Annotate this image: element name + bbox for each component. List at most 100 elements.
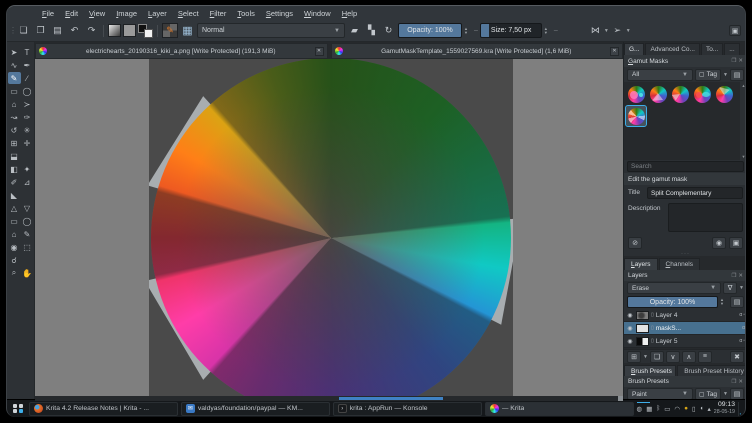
taskbar-task-krita[interactable]: — Krita [484, 401, 634, 416]
display-icon[interactable]: ▭ [664, 405, 670, 413]
preserve-alpha-icon[interactable]: ▚ [364, 23, 379, 38]
tool-polygonal-select[interactable]: ⌂ [8, 228, 21, 240]
move-layer-up-button[interactable]: ∧ [681, 350, 696, 363]
layer-row-layer-5[interactable]: ◉ ▯ Layer 5 α ▫ [624, 335, 745, 348]
tab-tool-options[interactable]: To... [700, 43, 724, 55]
gamut-mask-thumbnail-4[interactable] [692, 84, 712, 104]
mask-filter-dropdown[interactable]: All ▼ [627, 68, 693, 81]
volume-icon[interactable]: ◖ [700, 405, 704, 412]
menu-image[interactable]: Image [111, 9, 142, 18]
tool-bezier-curve[interactable]: ↝ [8, 111, 21, 123]
document-canvas[interactable] [149, 59, 513, 396]
tool-rectangle[interactable]: ▭ [8, 85, 21, 97]
tool-color-sampler[interactable]: ✦ [21, 163, 34, 175]
chevron-down-icon[interactable]: ▼ [723, 391, 728, 397]
tool-gradient[interactable]: ◧ [8, 163, 21, 175]
undo-icon[interactable]: ↶ [67, 23, 82, 38]
menu-window[interactable]: Window [299, 9, 336, 18]
chevron-down-icon[interactable]: ▼ [604, 28, 609, 34]
duplicate-layer-button[interactable]: ❏ [649, 350, 664, 363]
layer-row-layer-4[interactable]: ◉ ▯ Layer 4 α ▫ [624, 309, 745, 322]
layer-blending-dropdown[interactable]: Erase ▼ [627, 282, 722, 294]
menu-filter[interactable]: Filter [205, 9, 232, 18]
tool-fill[interactable]: ◣ [8, 189, 21, 201]
close-docker-icon[interactable]: ✕ [738, 273, 743, 279]
show-desktop-button[interactable]: ▪ [738, 401, 742, 416]
gamut-mask-thumbnail-1[interactable] [626, 84, 646, 104]
brush-editor-button[interactable]: ✎ [162, 23, 178, 38]
grid-icon[interactable]: ▦ [646, 405, 652, 413]
tool-crop[interactable]: ⬓ [8, 150, 21, 162]
gamut-mask-thumbnail-3[interactable] [670, 84, 690, 104]
tool-polyline[interactable]: ≻ [21, 98, 34, 110]
tool-edit-shapes[interactable]: ∿ [8, 59, 21, 71]
workspace-chooser-button[interactable]: ▦ [180, 23, 195, 38]
move-layer-down-button[interactable]: ∨ [665, 350, 680, 363]
tool-line[interactable]: ∕ [21, 72, 34, 84]
tag-button[interactable]: ▢ Tag [694, 68, 722, 81]
menu-file[interactable]: File [37, 9, 59, 18]
tab-layers[interactable]: Layers [624, 258, 658, 270]
tool-freehand-path[interactable]: ✑ [21, 111, 34, 123]
clock[interactable]: 09:13 28-05-19 [714, 401, 735, 415]
mirror-vertical-icon[interactable]: ➢ [610, 23, 625, 38]
visibility-eye-icon[interactable]: ◉ [626, 312, 634, 319]
open-document-icon[interactable]: ❐ [33, 23, 48, 38]
tool-assistants[interactable]: △ [8, 202, 21, 214]
size-slider[interactable]: Size: 7,50 px [479, 23, 542, 38]
tool-text[interactable]: T [21, 46, 34, 58]
mask-title-input[interactable] [647, 187, 743, 199]
tab-channels[interactable]: Channels [658, 258, 701, 270]
taskbar-task-firefox[interactable]: Krita 4.2 Release Notes | Krita - ... [29, 401, 178, 416]
menu-layer[interactable]: Layer [143, 9, 172, 18]
layer-filter-icon[interactable]: ∇ [723, 282, 738, 294]
tab-gamutmask-document[interactable]: GamutMaskTemplate_1559027569.kra [Write … [330, 43, 623, 59]
mask-description-input[interactable] [668, 203, 743, 232]
blending-mode-dropdown[interactable]: Normal ▼ [197, 23, 345, 38]
save-mask-button[interactable]: ▣ [729, 237, 743, 249]
status-icon[interactable]: ◍ [637, 405, 643, 413]
gamut-mask-thumbnail-2[interactable] [648, 84, 668, 104]
bluetooth-icon[interactable]: ᛒ [656, 405, 660, 412]
tool-ellipse[interactable]: ◯ [21, 85, 34, 97]
tab-advanced-color-selector[interactable]: Advanced Co... [645, 43, 700, 55]
display-mode-button[interactable]: ▤ [730, 68, 744, 81]
layer-opacity-spinner[interactable]: ▲ ▼ [720, 298, 728, 306]
canvas-viewport[interactable] [35, 59, 623, 396]
gamut-mask-scrollbar[interactable]: ▲ ▼ [740, 82, 745, 160]
chevron-down-icon[interactable]: ▼ [723, 72, 728, 78]
float-docker-icon[interactable]: ❐ [731, 273, 736, 279]
toolbar-overflow-button[interactable]: ▣ [729, 25, 741, 36]
redo-icon[interactable]: ↷ [84, 23, 99, 38]
close-icon[interactable]: ✕ [314, 46, 324, 56]
layer-list-options-button[interactable]: ▤ [730, 296, 744, 308]
visibility-eye-icon[interactable]: ◉ [626, 338, 634, 345]
opacity-spinner[interactable]: ▲ ▼ [464, 26, 472, 35]
gradient-chooser-button[interactable] [108, 24, 121, 37]
reload-preset-icon[interactable]: ↻ [381, 23, 396, 38]
preview-mask-button[interactable]: ◉ [712, 237, 726, 249]
tray-expand-caret[interactable]: ▴ [708, 405, 711, 413]
opacity-slider[interactable]: Opacity: 100% [398, 23, 462, 38]
tool-calligraphy[interactable]: ✒ [21, 59, 34, 71]
menu-settings[interactable]: Settings [261, 9, 298, 18]
gamut-mask-thumbnail-5[interactable] [714, 84, 734, 104]
tool-pan[interactable]: ✋ [21, 267, 34, 279]
tool-shape-select[interactable]: ➤ [8, 46, 21, 58]
tool-magnetic-select[interactable]: ☌ [8, 254, 21, 266]
menu-select[interactable]: Select [173, 9, 204, 18]
taskbar-task-kmail[interactable]: ✉ valdyas/foundation/paypal — KM... [180, 401, 330, 416]
tool-transform[interactable]: ⊞ [8, 137, 21, 149]
tool-move[interactable]: ✛ [21, 137, 34, 149]
layer-row-masks-[interactable]: ◉ ▯ maskS... α [624, 322, 745, 335]
eraser-mode-icon[interactable]: ▰ [347, 23, 362, 38]
toolbar-drag-handle[interactable]: ⋮ [9, 26, 17, 35]
close-docker-icon[interactable]: ✕ [738, 58, 743, 64]
menu-edit[interactable]: Edit [60, 9, 83, 18]
chevron-down-icon[interactable]: ▼ [626, 28, 631, 34]
taskbar-task-konsole[interactable]: › krita : AppRun — Konsole [332, 401, 482, 416]
menu-view[interactable]: View [84, 9, 110, 18]
float-docker-icon[interactable]: ❐ [731, 58, 736, 64]
close-docker-icon[interactable]: ✕ [738, 379, 743, 385]
tool-measure[interactable]: ⊿ [21, 176, 34, 188]
